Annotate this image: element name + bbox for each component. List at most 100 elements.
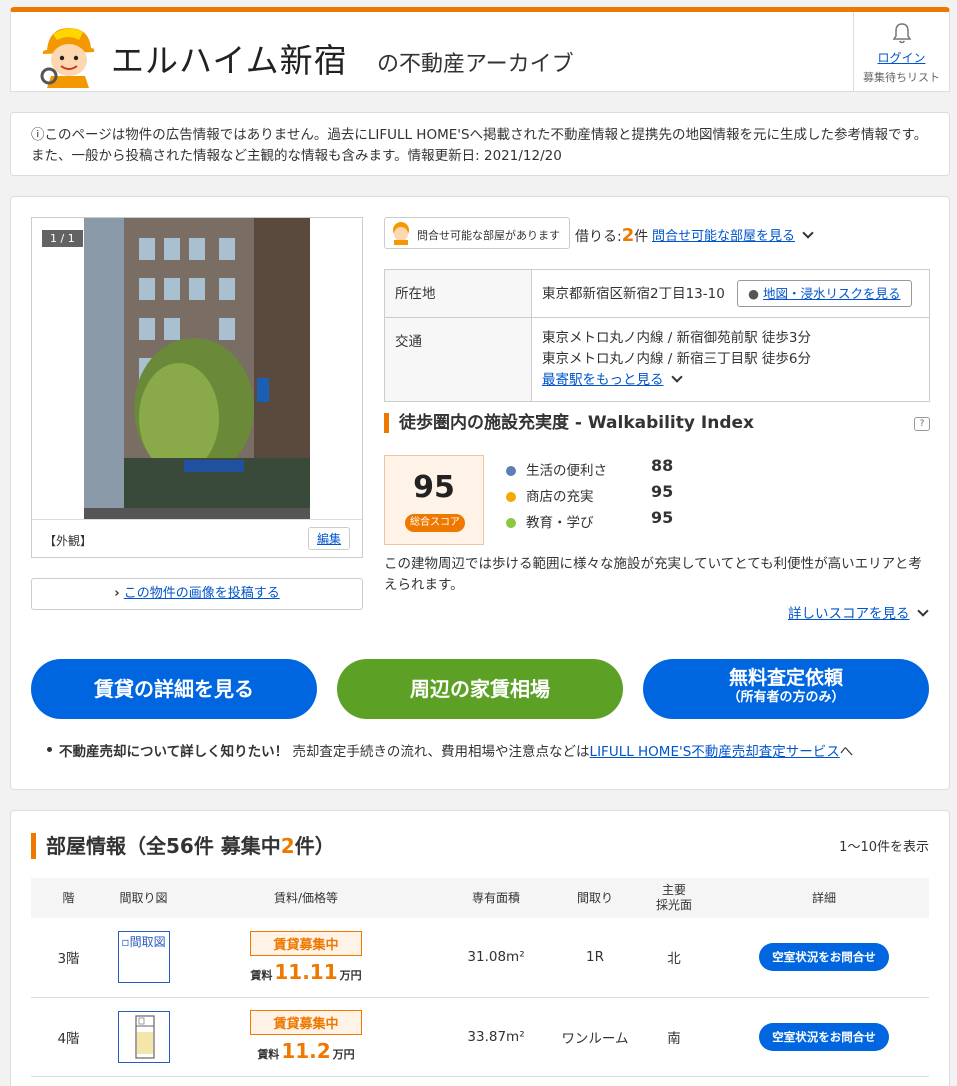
sell-service-link[interactable]: LIFULL HOME'S不動産売却査定サービス bbox=[590, 744, 840, 760]
transit-line-2: 東京メトロ丸ノ内線 / 新宿三丁目駅 徒歩6分 bbox=[542, 351, 812, 367]
room-price: 賃料 11.2 万円 bbox=[181, 1039, 431, 1063]
room-floor: 3階 bbox=[31, 918, 106, 998]
bell-icon bbox=[892, 23, 912, 44]
transit-line-1: 東京メトロ丸ノ内線 / 新宿御苑前駅 徒歩3分 bbox=[542, 330, 812, 346]
chevron-down-icon bbox=[671, 371, 683, 383]
rent-count-prefix: 借りる: bbox=[575, 229, 622, 245]
post-image-button[interactable]: › この物件の画像を投稿する bbox=[31, 578, 363, 610]
table-header-row: 階 間取り図 賃料/価格等 専有面積 間取り 主要 採光面 詳細 bbox=[31, 878, 929, 918]
room-floorplan-cell bbox=[106, 997, 181, 1077]
rooms-title-suffix: 件） bbox=[294, 834, 335, 858]
sell-note-bold: 不動産売却について詳しく知りたい！ bbox=[59, 744, 289, 760]
mascot-logo-icon bbox=[40, 28, 95, 88]
photo-counter: 1 / 1 bbox=[42, 230, 83, 247]
header-rent: 賃料/価格等 bbox=[181, 878, 431, 918]
free-assessment-button[interactable]: 無料査定依頼 （所有者の方のみ） bbox=[643, 659, 929, 719]
header-facing-line-2: 採光面 bbox=[655, 898, 692, 912]
score-item-label: 教育・学び bbox=[526, 515, 594, 531]
more-stations[interactable]: 最寄駅をもっと見る bbox=[542, 370, 919, 391]
table-row: 3階 ▫間取図 賃貸募集中 賃料 11.11 万円 31.08m² 1R 北 空室状… bbox=[31, 918, 929, 998]
property-info-table: 所在地 東京都新宿区新宿2丁目13-10 ● 地図・浸水リスクを見る 交通 東京… bbox=[384, 269, 930, 402]
page-subtitle: の不動産アーカイブ bbox=[377, 52, 574, 77]
chevron-right-icon: › bbox=[114, 586, 120, 601]
inquiry-badge: 問合せ可能な部屋があります bbox=[384, 217, 570, 249]
map-risk-link[interactable]: 地図・浸水リスクを見る bbox=[763, 286, 901, 301]
score-item-label: 商店の充実 bbox=[526, 489, 594, 505]
walkability-title: 徒歩圏内の施設充実度 - Walkability Index bbox=[384, 413, 754, 433]
rooms-section: 部屋情報（全56件 募集中2件） 1〜10件を表示 階 間取り図 賃料/価格等 … bbox=[10, 810, 950, 1086]
room-price: 賃料 11.11 万円 bbox=[181, 960, 431, 984]
header-floor: 階 bbox=[31, 878, 106, 918]
login-link[interactable]: ログイン bbox=[854, 49, 949, 66]
transit-cell: 東京メトロ丸ノ内線 / 新宿御苑前駅 徒歩3分 東京メトロ丸ノ内線 / 新宿三丁… bbox=[531, 317, 930, 402]
rooms-title-count: 2 bbox=[280, 834, 295, 858]
login-area[interactable]: ログイン 募集待ちリスト bbox=[853, 12, 949, 92]
rent-count-suffix: 件 bbox=[634, 229, 649, 245]
table-row: 4階 賃貸募集中 賃料 11.2 万円 33.87m² ワンルーム 南 空室状況… bbox=[31, 997, 929, 1077]
more-stations-link[interactable]: 最寄駅をもっと見る bbox=[542, 372, 664, 388]
transit-label: 交通 bbox=[384, 317, 532, 402]
room-floorplan-cell: ▫間取図 bbox=[106, 918, 181, 998]
score-item-value: 88 bbox=[651, 456, 674, 475]
score-item-value: 95 bbox=[651, 508, 674, 527]
vacancy-inquiry-button[interactable]: 空室状況をお問合せ bbox=[759, 1022, 889, 1051]
help-icon[interactable]: ? bbox=[914, 417, 930, 431]
orange-dot-icon bbox=[506, 492, 516, 502]
rent-market-button[interactable]: 周辺の家賃相場 bbox=[337, 659, 623, 719]
rooms-table: 階 間取り図 賃料/価格等 専有面積 間取り 主要 採光面 詳細 3階 ▫間取図… bbox=[31, 878, 929, 1077]
rent-detail-button[interactable]: 賃貸の詳細を見る bbox=[31, 659, 317, 719]
floorplan-thumbnail[interactable] bbox=[117, 1010, 170, 1063]
rooms-title-prefix: 部屋情報（全56件 募集中 bbox=[46, 834, 281, 858]
price-value: 11.11 bbox=[274, 959, 338, 984]
room-area: 33.87m² bbox=[431, 997, 561, 1077]
total-score-box: 95 総合スコア bbox=[384, 455, 484, 545]
floorplan-alt: 間取図 bbox=[129, 935, 166, 950]
chevron-down-icon bbox=[917, 605, 929, 617]
floorplan-image bbox=[118, 1011, 169, 1062]
floorplan-thumbnail[interactable]: ▫間取図 bbox=[117, 931, 170, 984]
photo-caption: 【外観】 bbox=[44, 534, 93, 548]
room-layout: ワンルーム bbox=[561, 997, 629, 1077]
room-floor: 4階 bbox=[31, 997, 106, 1077]
free-assessment-sub: （所有者の方のみ） bbox=[727, 690, 845, 705]
price-value: 11.2 bbox=[281, 1039, 331, 1063]
header-layout: 間取り bbox=[561, 878, 629, 918]
header-detail: 詳細 bbox=[719, 878, 929, 918]
photo-caption-bar: 【外観】 編集 bbox=[32, 519, 362, 557]
sell-note-text: 売却査定手続きの流れ、費用相場や注意点などは bbox=[292, 744, 590, 760]
status-badge: 賃貸募集中 bbox=[250, 1010, 362, 1035]
address-value: 東京都新宿区新宿2丁目13-10 bbox=[542, 286, 725, 302]
rent-count: 借りる:2件 bbox=[575, 225, 648, 246]
inquiry-badge-label: 問合せ可能な部屋があります bbox=[417, 229, 560, 242]
inquiry-rooms-link[interactable]: 問合せ可能な部屋を見る bbox=[652, 225, 814, 244]
price-label: 賃料 bbox=[250, 968, 273, 982]
map-risk-button[interactable]: ● 地図・浸水リスクを見る bbox=[737, 280, 912, 307]
header-area: 専有面積 bbox=[431, 878, 561, 918]
page-title: エルハイム新宿 bbox=[111, 41, 348, 80]
blue-dot-icon bbox=[506, 466, 516, 476]
room-action-cell: 空室状況をお問合せ bbox=[719, 997, 929, 1077]
vacancy-inquiry-button[interactable]: 空室状況をお問合せ bbox=[759, 943, 889, 972]
price-label: 賃料 bbox=[257, 1048, 280, 1061]
building-photo[interactable] bbox=[84, 218, 310, 519]
edit-photo-button[interactable]: 編集 bbox=[307, 527, 350, 550]
room-price-cell: 賃貸募集中 賃料 11.11 万円 bbox=[181, 918, 431, 998]
green-dot-icon bbox=[506, 518, 516, 528]
property-card: 1 / 1 【外観】 編集 › この物件の画像を投稿する 問合せ可能な部屋があり… bbox=[10, 196, 950, 790]
score-item-label: 生活の便利さ bbox=[526, 463, 607, 479]
post-image-link[interactable]: この物件の画像を投稿する bbox=[124, 586, 280, 601]
inquiry-rooms-link-label[interactable]: 問合せ可能な部屋を見る bbox=[652, 229, 795, 244]
header-facing-line-1: 主要 bbox=[661, 883, 686, 897]
more-score-link[interactable]: 詳しいスコアを見る bbox=[788, 606, 910, 622]
chevron-down-icon bbox=[802, 227, 814, 239]
more-score[interactable]: 詳しいスコアを見る bbox=[788, 602, 929, 622]
rooms-range: 1〜10件を表示 bbox=[839, 840, 929, 855]
price-unit: 万円 bbox=[332, 1048, 355, 1061]
room-price-cell: 賃貸募集中 賃料 11.2 万円 bbox=[181, 997, 431, 1077]
price-unit: 万円 bbox=[339, 968, 362, 982]
room-facing: 南 bbox=[629, 997, 719, 1077]
waitlist-label: 募集待ちリスト bbox=[863, 71, 940, 84]
score-item-value: 95 bbox=[651, 482, 674, 501]
photo-gallery: 1 / 1 【外観】 編集 bbox=[31, 217, 363, 558]
free-assessment-label: 無料査定依頼 bbox=[728, 667, 843, 689]
